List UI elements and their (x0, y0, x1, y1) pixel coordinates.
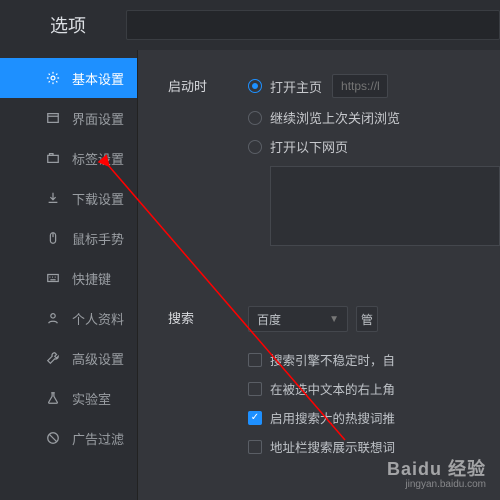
sidebar-item-label: 个人资料 (72, 309, 124, 328)
sidebar-item-label: 高级设置 (72, 349, 124, 368)
profile-icon (46, 311, 60, 325)
sidebar-item-0[interactable]: 基本设置 (0, 58, 137, 98)
sidebar-item-3[interactable]: 下载设置 (0, 178, 137, 218)
startup-label: 启动时 (168, 74, 248, 95)
sidebar-item-7[interactable]: 高级设置 (0, 338, 137, 378)
window-icon (46, 111, 60, 125)
startup-pages-textarea[interactable] (270, 166, 500, 246)
sidebar-item-2[interactable]: 标签设置 (0, 138, 137, 178)
search-check-1[interactable] (248, 382, 262, 396)
wrench-icon (46, 351, 60, 365)
sidebar-item-label: 标签设置 (72, 149, 124, 168)
check-label: 地址栏搜索展示联想词 (270, 437, 395, 456)
sidebar-item-label: 下载设置 (72, 189, 124, 208)
sidebar: 基本设置界面设置标签设置下载设置鼠标手势快捷键个人资料高级设置实验室广告过滤 (0, 50, 137, 500)
search-label: 搜索 (168, 306, 248, 327)
sidebar-item-label: 界面设置 (72, 109, 124, 128)
manage-engines-button[interactable]: 管 (356, 306, 378, 332)
sidebar-item-5[interactable]: 快捷键 (0, 258, 137, 298)
homepage-url-input[interactable] (332, 74, 388, 98)
search-engine-select[interactable]: 百度 ▼ (248, 306, 348, 332)
radio-continue-last[interactable] (248, 111, 262, 125)
gear-icon (46, 71, 60, 85)
radio-open-pages[interactable] (248, 140, 262, 154)
tabs-icon (46, 151, 60, 165)
search-check-3[interactable] (248, 440, 262, 454)
search-check-0[interactable] (248, 353, 262, 367)
sidebar-item-6[interactable]: 个人资料 (0, 298, 137, 338)
sidebar-item-8[interactable]: 实验室 (0, 378, 137, 418)
check-label: 搜索引擎不稳定时，自 (270, 350, 395, 369)
page-title: 选项 (0, 12, 86, 38)
main-panel: 启动时 打开主页 继续浏览上次关闭浏览 打开以下网页 (137, 50, 500, 500)
radio-open-homepage[interactable] (248, 79, 262, 93)
sidebar-item-1[interactable]: 界面设置 (0, 98, 137, 138)
sidebar-item-9[interactable]: 广告过滤 (0, 418, 137, 458)
sidebar-item-label: 实验室 (72, 389, 111, 408)
radio-label: 打开主页 (270, 77, 322, 96)
radio-label: 打开以下网页 (270, 137, 348, 156)
chevron-down-icon: ▼ (329, 314, 339, 325)
select-value: 百度 (257, 311, 281, 328)
flask-icon (46, 391, 60, 405)
sidebar-item-4[interactable]: 鼠标手势 (0, 218, 137, 258)
download-icon (46, 191, 60, 205)
keyboard-icon (46, 271, 60, 285)
search-check-2[interactable] (248, 411, 262, 425)
check-label: 在被选中文本的右上角 (270, 379, 395, 398)
mouse-icon (46, 231, 60, 245)
sidebar-item-label: 基本设置 (72, 69, 124, 88)
block-icon (46, 431, 60, 445)
sidebar-item-label: 快捷键 (72, 269, 111, 288)
check-label: 启用搜索大的热搜词推 (270, 408, 395, 427)
sidebar-item-label: 鼠标手势 (72, 229, 124, 248)
header-search-input[interactable] (126, 10, 500, 40)
radio-label: 继续浏览上次关闭浏览 (270, 108, 400, 127)
sidebar-item-label: 广告过滤 (72, 429, 124, 448)
